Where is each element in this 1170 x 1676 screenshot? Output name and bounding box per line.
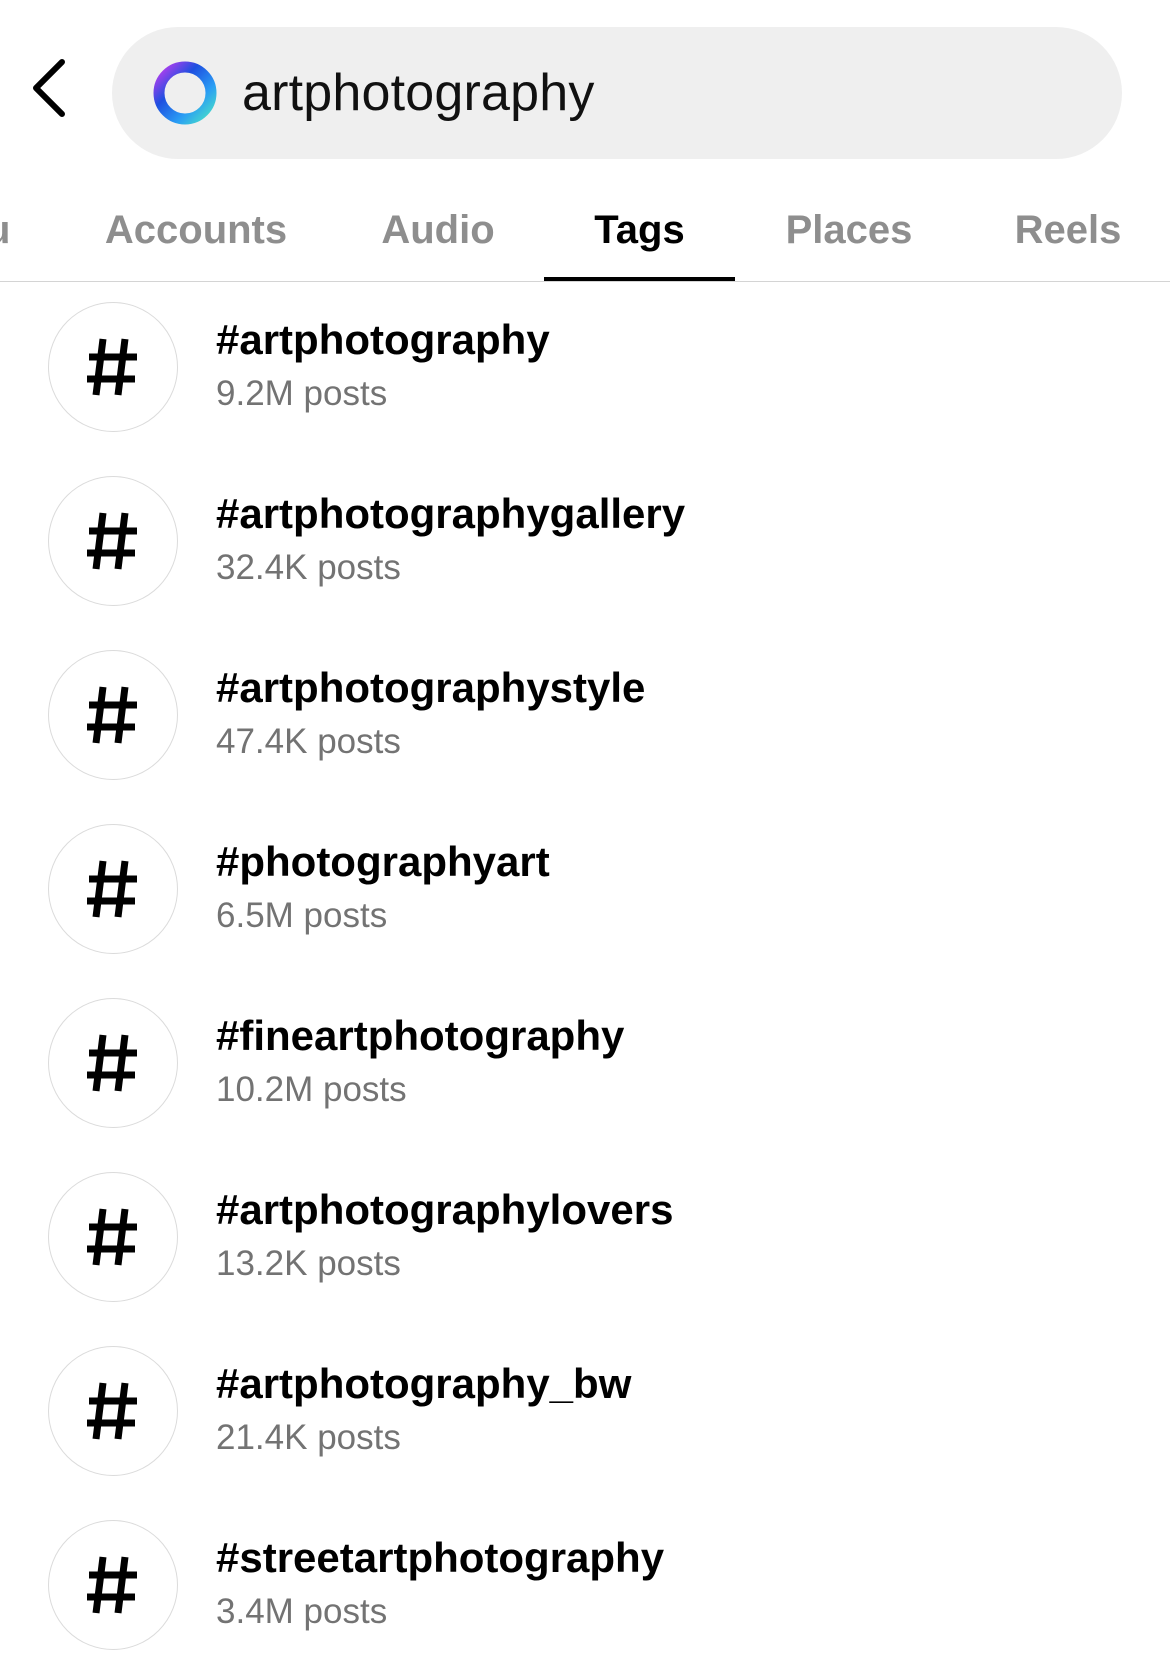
hashtag-avatar — [48, 1346, 178, 1476]
list-item[interactable]: #artphotographystyle 47.4K posts — [0, 630, 1170, 804]
hashtag-icon — [87, 686, 137, 744]
post-count: 9.2M posts — [216, 374, 388, 413]
post-count: 10.2M posts — [216, 1070, 407, 1109]
list-item[interactable]: #artphotography 9.2M posts — [0, 282, 1170, 456]
search-input[interactable] — [242, 63, 1022, 123]
hashtag-avatar — [48, 1520, 178, 1650]
post-count: 6.5M posts — [216, 896, 388, 935]
hashtag-icon — [87, 512, 137, 570]
tag-name: #photographyart — [216, 838, 550, 885]
hashtag-icon — [87, 1034, 137, 1092]
hashtag-avatar — [48, 302, 178, 432]
tag-name: #artphotographygallery — [216, 490, 686, 537]
post-count: 47.4K posts — [216, 722, 401, 761]
tag-name: #artphotographystyle — [216, 664, 646, 711]
hashtag-avatar — [48, 1172, 178, 1302]
tag-name: #artphotography_bw — [216, 1360, 632, 1407]
tab-accounts[interactable]: Accounts — [96, 180, 296, 280]
hashtag-avatar — [48, 824, 178, 954]
post-count: 3.4M posts — [216, 1592, 388, 1631]
post-count: 21.4K posts — [216, 1418, 401, 1457]
active-tab-indicator — [544, 277, 735, 281]
hashtag-icon — [87, 1556, 137, 1614]
tag-name: #artphotographylovers — [216, 1186, 674, 1233]
hashtag-avatar — [48, 650, 178, 780]
tab-audio[interactable]: Audio — [378, 180, 498, 280]
list-item[interactable]: #photographyart 6.5M posts — [0, 804, 1170, 978]
list-item[interactable]: #streetartphotography 3.4M posts — [0, 1500, 1170, 1674]
hashtag-icon — [87, 1208, 137, 1266]
hashtag-icon — [87, 860, 137, 918]
tag-name: #fineartphotography — [216, 1012, 625, 1059]
tab-reels[interactable]: Reels — [1006, 180, 1130, 280]
meta-ai-ring-icon — [153, 61, 217, 125]
search-header — [0, 0, 1170, 180]
tab-for-you[interactable]: u — [0, 180, 16, 280]
list-item[interactable]: #artphotographygallery 32.4K posts — [0, 456, 1170, 630]
tab-places[interactable]: Places — [776, 180, 922, 280]
search-bar[interactable] — [112, 27, 1122, 159]
tag-name: #artphotography — [216, 316, 550, 363]
list-item[interactable]: #artphotography_bw 21.4K posts — [0, 1326, 1170, 1500]
list-item[interactable]: #artphotographylovers 13.2K posts — [0, 1152, 1170, 1326]
list-item[interactable]: #fineartphotography 10.2M posts — [0, 978, 1170, 1152]
hashtag-avatar — [48, 998, 178, 1128]
post-count: 32.4K posts — [216, 548, 401, 587]
hashtag-icon — [87, 338, 137, 396]
post-count: 13.2K posts — [216, 1244, 401, 1283]
tag-name: #streetartphotography — [216, 1534, 665, 1581]
search-tabs: u Accounts Audio Tags Places Reels — [0, 180, 1170, 282]
back-button[interactable] — [20, 48, 80, 128]
hashtag-icon — [87, 1382, 137, 1440]
chevron-left-icon — [33, 59, 65, 117]
hashtag-avatar — [48, 476, 178, 606]
tab-tags[interactable]: Tags — [544, 180, 735, 280]
